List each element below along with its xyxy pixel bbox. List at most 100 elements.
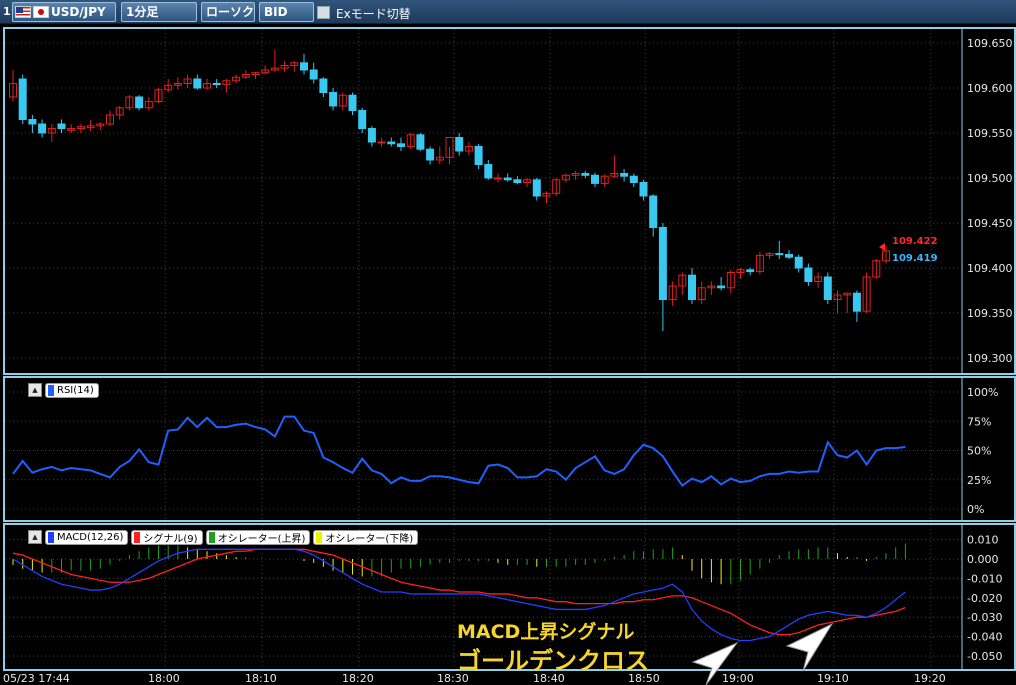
price-tick-label: 109.550: [967, 127, 1013, 140]
signal-swatch: [134, 532, 141, 543]
macd-tick-label: -0.040: [967, 631, 1002, 644]
rsi-chart: 100% 75% 50% 25% 0%: [5, 378, 998, 520]
osc-up-legend-label: オシレーター(上昇): [217, 534, 306, 545]
candle-body: [348, 94, 357, 111]
rsi-legend-tag[interactable]: RSI(14): [45, 383, 99, 398]
price-chart-panel[interactable]: 109.650 109.600 109.550 109.500 109.450 109.4…: [3, 27, 1016, 375]
price-tick-label: 109.400: [967, 262, 1013, 275]
rsi-tick-label: 75%: [967, 415, 991, 428]
candle-body: [532, 179, 541, 197]
time-tick-label: 05/23 17:44: [3, 672, 70, 685]
macd-legend-label: MACD(12,26): [57, 532, 124, 543]
bid-price-tag: 109.419: [892, 253, 938, 264]
rsi-tick-label: 0%: [967, 503, 984, 516]
time-tick-label: 19:10: [817, 672, 849, 685]
candle-body: [581, 173, 590, 176]
rsi-collapse-button[interactable]: ▲: [28, 383, 42, 397]
candle-body: [397, 143, 405, 148]
candle-body: [38, 123, 47, 134]
macd-legend: ▲ MACD(12,26) シグナル(9) オシレーター(上昇) オシレーター(…: [28, 530, 419, 545]
candle-body: [300, 62, 308, 71]
candle-body: [135, 96, 144, 109]
rsi-panel[interactable]: 100% 75% 50% 25% 0% ▲ RSI(14): [3, 376, 1016, 522]
rsi-legend: ▲ RSI(14): [28, 383, 99, 398]
candle-body: [309, 69, 318, 80]
macd-legend-tag[interactable]: MACD(12,26): [45, 530, 129, 545]
candle-body: [426, 148, 435, 161]
candle-body: [367, 128, 376, 143]
rsi-tick-label: 50%: [967, 445, 991, 458]
candle-body: [193, 78, 202, 89]
time-tick-label: 19:20: [914, 672, 946, 685]
candle-body: [649, 195, 658, 228]
osc-up-legend-tag[interactable]: オシレーター(上昇): [205, 530, 311, 545]
macd-tick-label: 0.010: [967, 534, 999, 547]
candle-body: [494, 177, 502, 180]
japan-flag-icon: [33, 6, 49, 18]
signal-legend-label: シグナル(9): [143, 534, 198, 545]
rsi-legend-label: RSI(14): [57, 385, 94, 396]
osc-up-swatch: [208, 532, 215, 543]
candle-body: [804, 267, 813, 282]
candle-body: [455, 137, 464, 152]
candle-body: [852, 292, 861, 312]
candle-body: [717, 285, 726, 289]
candle-body: [639, 182, 648, 197]
candle-body: [358, 110, 367, 129]
time-tick-label: 18:20: [342, 672, 374, 685]
macd-tick-label: 0.000: [967, 553, 999, 566]
price-tick-label: 109.450: [967, 217, 1013, 230]
price-tick-label: 109.500: [967, 172, 1013, 185]
macd-tick-label: -0.030: [967, 611, 1002, 624]
time-tick-label: 19:00: [722, 672, 754, 685]
candle-body: [658, 227, 667, 300]
rsi-tick-label: 100%: [967, 386, 998, 399]
signal-legend-tag[interactable]: シグナル(9): [131, 530, 203, 545]
candle-body: [329, 92, 338, 107]
currency-pair-button[interactable]: USD/JPY: [12, 2, 116, 22]
candle-body: [387, 141, 396, 145]
price-tick-label: 109.650: [967, 37, 1013, 50]
chart-toolbar: 1: USD/JPY 1分足 ローソク BID Exモード切替: [0, 0, 1016, 24]
time-tick-label: 18:00: [148, 672, 180, 685]
ask-price-tag: 109.422: [892, 236, 938, 247]
candlestick-chart: 109.650 109.600 109.550 109.500 109.450 109.4…: [5, 29, 1013, 373]
macd-tick-label: -0.010: [967, 572, 1002, 585]
macd-signal-annotation: MACD上昇シグナル: [457, 621, 635, 643]
chart-type-label: ローソク: [206, 5, 255, 19]
candle-body: [18, 78, 27, 120]
candle-body: [775, 253, 784, 256]
candle-body: [746, 269, 755, 273]
osc-down-legend-label: オシレーター(下降): [325, 534, 414, 545]
macd-collapse-button[interactable]: ▲: [28, 530, 42, 544]
candle-body: [474, 146, 483, 165]
candle-body: [823, 276, 832, 300]
rsi-swatch: [48, 385, 54, 396]
price-tick-label: 109.350: [967, 307, 1013, 320]
chart-type-button[interactable]: ローソク: [201, 2, 255, 22]
osc-down-swatch: [316, 532, 323, 543]
candle-body: [416, 134, 425, 150]
rsi-tick-label: 25%: [967, 474, 991, 487]
candle-body: [503, 177, 512, 181]
candle-body: [794, 256, 803, 269]
price-type-label: BID: [264, 5, 288, 19]
ex-mode-checkbox[interactable]: [317, 6, 330, 19]
macd-swatch: [48, 532, 54, 543]
candle-body: [484, 164, 493, 179]
golden-cross-annotation: ゴールデンクロス: [457, 647, 649, 675]
candle-body: [591, 174, 599, 184]
candle-body: [620, 173, 629, 177]
price-tick-label: 109.600: [967, 82, 1013, 95]
ex-mode-label[interactable]: Exモード切替: [336, 5, 411, 22]
price-type-button[interactable]: BID: [259, 2, 314, 22]
us-flag-icon: [15, 6, 31, 18]
candle-body: [513, 179, 522, 184]
macd-tick-label: -0.050: [967, 650, 1002, 663]
osc-down-legend-tag[interactable]: オシレーター(下降): [313, 530, 419, 545]
timeframe-button[interactable]: 1分足: [121, 2, 197, 22]
candle-body: [688, 274, 696, 300]
candle-body: [57, 123, 66, 129]
candle-body: [785, 254, 793, 258]
currency-pair-label: USD/JPY: [51, 5, 106, 19]
